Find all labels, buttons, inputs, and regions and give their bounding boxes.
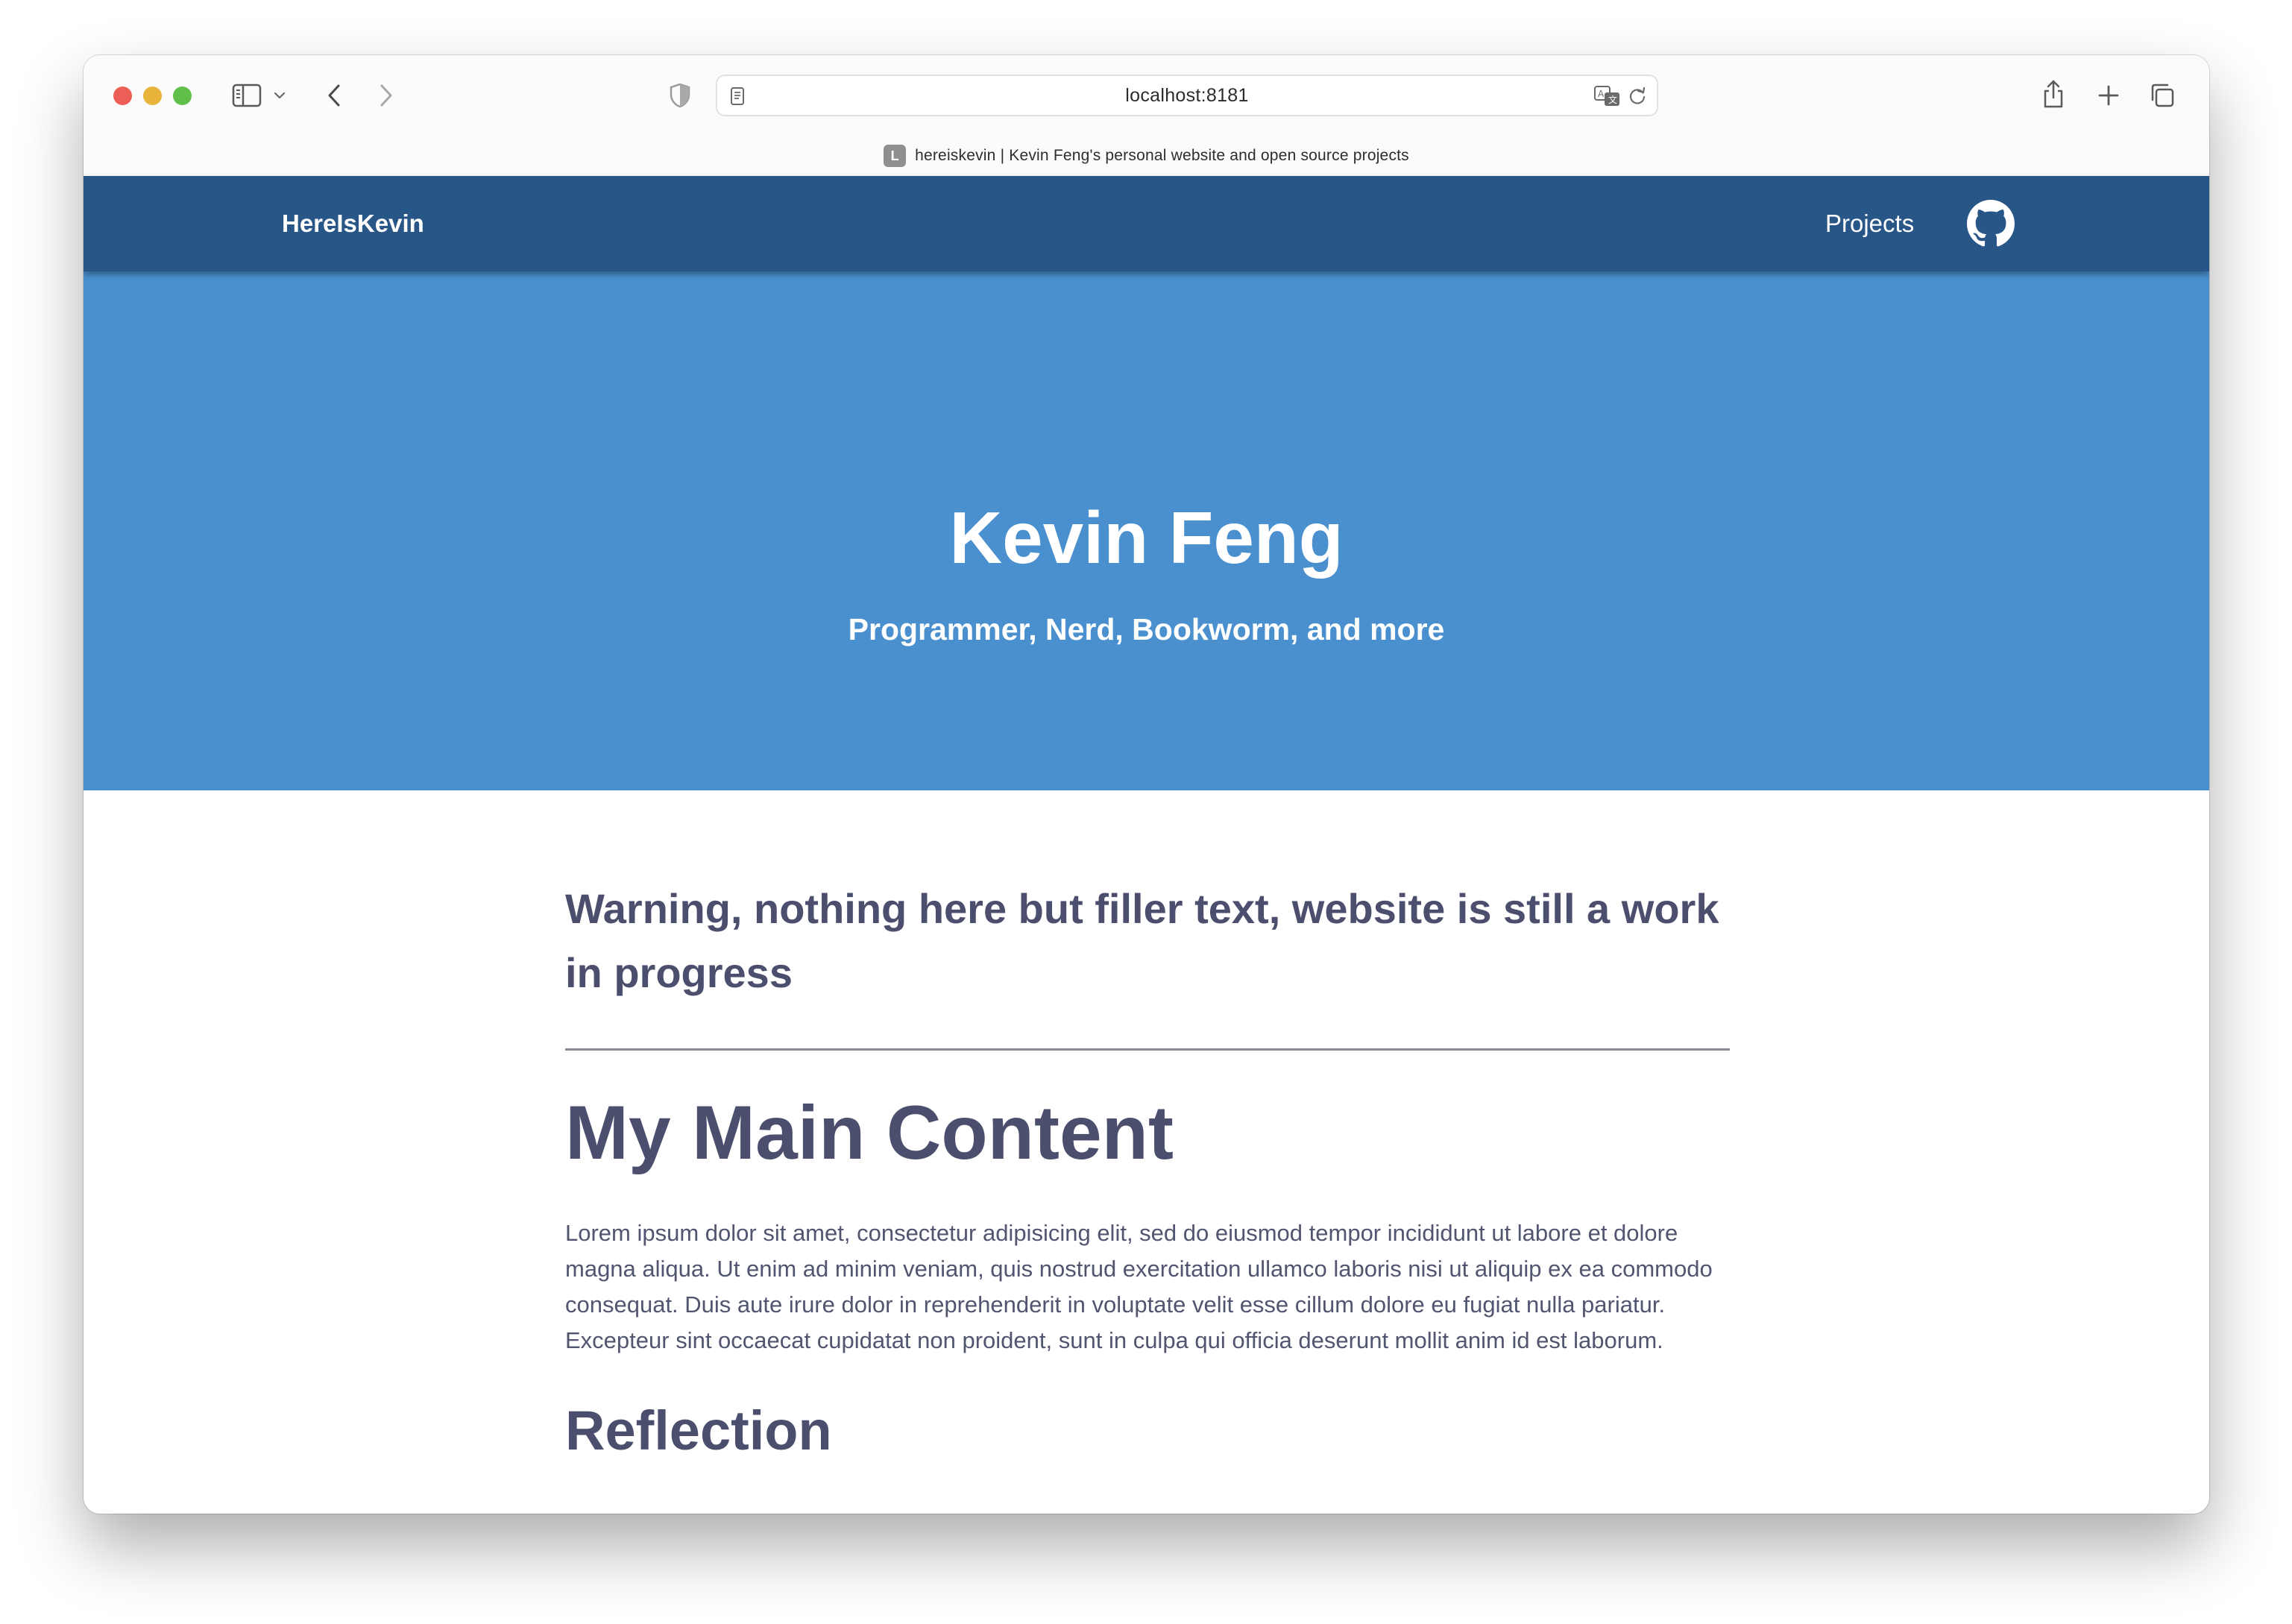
hero-banner: Kevin Feng Programmer, Nerd, Bookworm, a…: [84, 271, 2209, 790]
reload-button[interactable]: [1625, 85, 1649, 107]
nav-link-projects[interactable]: Projects: [1825, 176, 1914, 271]
chevron-right-icon: [380, 84, 392, 107]
sidebar-icon: [232, 84, 262, 107]
warning-heading: Warning, nothing here but filler text, w…: [565, 885, 1719, 996]
minimize-window-button[interactable]: [143, 86, 162, 105]
translate-icon: A 文: [1594, 86, 1619, 106]
active-tab[interactable]: L hereiskevin | Kevin Feng's personal we…: [84, 139, 2209, 173]
main-content-heading: My Main Content: [565, 1090, 1174, 1175]
tab-overview-icon: [2151, 84, 2174, 107]
svg-text:A: A: [1598, 89, 1605, 99]
browser-window: localhost:8181 A 文 L hereiskevin | Kevin…: [84, 55, 2209, 1514]
browser-toolbar: localhost:8181 A 文 L hereiskevin | Kevin…: [84, 55, 2209, 174]
desktop: localhost:8181 A 文 L hereiskevin | Kevin…: [0, 0, 2292, 1624]
plus-icon: [2098, 85, 2119, 106]
sidebar-toggle-button[interactable]: [230, 81, 264, 110]
body-paragraph: Lorem ipsum dolor sit amet, consectetur …: [565, 1220, 1713, 1354]
share-icon: [2044, 80, 2063, 108]
svg-text:文: 文: [1608, 94, 1617, 105]
divider: [565, 1048, 1730, 1051]
tab-overview-button[interactable]: [2147, 81, 2177, 110]
reflection-heading: Reflection: [565, 1400, 832, 1462]
address-bar[interactable]: localhost:8181 A 文: [716, 75, 1658, 116]
share-button[interactable]: [2038, 76, 2068, 112]
hero-subtitle: Programmer, Nerd, Bookworm, and more: [848, 612, 1445, 646]
forward-button[interactable]: [373, 81, 400, 110]
zoom-window-button[interactable]: [173, 86, 192, 105]
close-window-button[interactable]: [113, 86, 132, 105]
shield-icon: [670, 83, 690, 108]
favicon: L: [884, 145, 907, 167]
github-icon[interactable]: [1967, 200, 2015, 248]
privacy-report-button[interactable]: [667, 81, 693, 110]
brand-link[interactable]: HereIsKevin: [282, 176, 424, 271]
reload-icon: [1629, 86, 1646, 104]
new-tab-button[interactable]: [2094, 81, 2123, 110]
url-text[interactable]: localhost:8181: [717, 76, 1657, 115]
back-button[interactable]: [321, 81, 347, 110]
chevron-down-icon: [274, 92, 286, 99]
sidebar-menu-button[interactable]: [270, 85, 289, 106]
chevron-left-icon: [328, 84, 340, 107]
translate-button[interactable]: A 文: [1593, 84, 1622, 109]
hero-title: Kevin Feng: [949, 497, 1344, 579]
tab-title: hereiskevin | Kevin Feng's personal webs…: [915, 147, 1409, 164]
site-navbar: HereIsKevin Projects: [84, 176, 2209, 271]
main-content: Warning, nothing here but filler text, w…: [565, 790, 1730, 1461]
